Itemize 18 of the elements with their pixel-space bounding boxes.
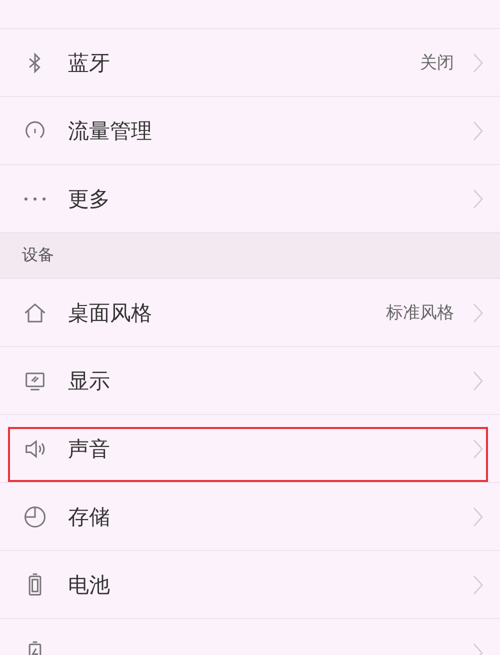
row-label: 蓝牙 (68, 50, 111, 76)
settings-row[interactable]: 显示 (0, 347, 500, 415)
row-label: 桌面风格 (68, 300, 153, 326)
row-value: 关闭 (420, 52, 454, 74)
section-title: 设备 (22, 245, 54, 266)
settings-row[interactable]: 声音 (0, 415, 500, 483)
row-label: 显示 (68, 368, 111, 394)
row-value: 标准风格 (386, 302, 454, 324)
row-label: 存储 (68, 504, 111, 530)
row-label: 电池 (68, 572, 111, 598)
settings-row[interactable]: 电池 (0, 551, 500, 619)
settings-row[interactable]: 蓝牙 关闭 (0, 29, 500, 97)
row-label: 声音 (68, 436, 111, 462)
settings-row[interactable]: 流量管理 (0, 97, 500, 165)
settings-row[interactable]: 存储 (0, 483, 500, 551)
row-label: 流量管理 (68, 118, 153, 144)
row-label: 更多 (68, 186, 111, 212)
settings-row[interactable]: 桌面风格 标准风格 (0, 279, 500, 347)
